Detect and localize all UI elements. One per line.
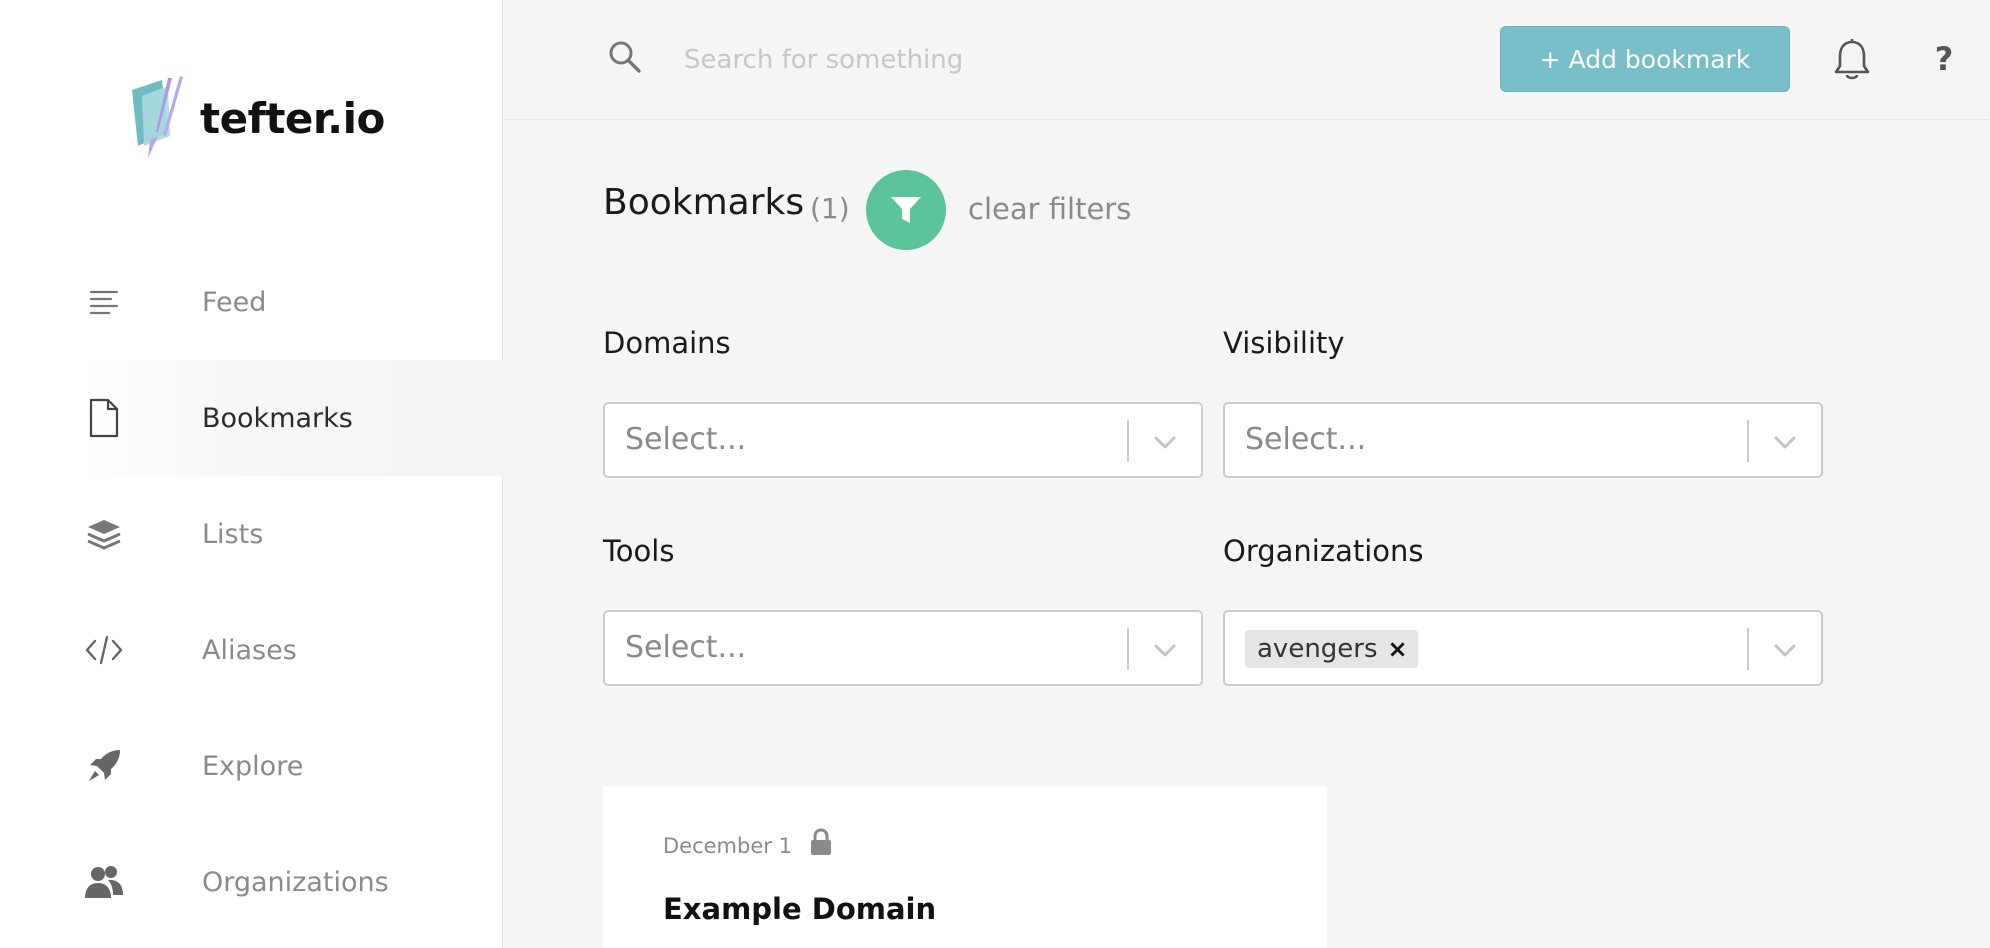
bookmark-count: (1) [810,192,850,225]
sidebar-item-label: Explore [202,750,304,782]
sidebar-item-organizations[interactable]: Organizations [80,824,503,940]
sidebar-item-label: Aliases [202,634,297,666]
select-separator [1747,628,1749,670]
bookmark-title[interactable]: Example Domain [663,892,936,926]
bookmark-date: December 1 [663,834,792,858]
help-icon[interactable]: ? [1924,36,1964,82]
filter-button[interactable] [866,170,946,250]
domains-label: Domains [603,326,731,360]
logo-text: tefter.io [200,93,385,143]
sidebar-item-feed[interactable]: Feed [80,244,503,360]
tag-label: avengers [1257,634,1378,664]
select-separator [1127,628,1129,670]
logo[interactable]: tefter.io [128,76,385,160]
chevron-down-icon[interactable] [1771,428,1799,456]
chevron-down-icon[interactable] [1151,636,1179,664]
bell-icon[interactable] [1830,38,1874,82]
tools-label: Tools [603,534,675,568]
feed-lines-icon [84,282,124,322]
sidebar: tefter.io Feed Bookmarks Lists Aliases E… [0,0,503,948]
visibility-select[interactable]: Select... [1223,402,1823,478]
visibility-label: Visibility [1223,326,1345,360]
domains-select[interactable]: Select... [603,402,1203,478]
search-input[interactable] [684,36,1204,84]
organizations-select[interactable]: avengers × [1223,610,1823,686]
tools-select[interactable]: Select... [603,610,1203,686]
select-placeholder: Select... [1245,422,1367,457]
page-title: Bookmarks [603,182,805,223]
select-separator [1747,420,1749,462]
filter-icon [891,197,921,223]
sidebar-item-label: Organizations [202,866,389,898]
logo-icon [132,76,183,158]
clear-filters-link[interactable]: clear filters [968,192,1131,226]
users-icon [84,862,124,902]
remove-tag-icon[interactable]: × [1378,630,1418,668]
layers-icon [84,514,124,554]
organizations-label: Organizations [1223,534,1424,568]
sidebar-item-explore[interactable]: Explore [80,708,503,824]
select-placeholder: Select... [625,630,747,665]
select-placeholder: Select... [625,422,747,457]
selected-tag: avengers × [1245,630,1418,668]
sidebar-item-aliases[interactable]: Aliases [80,592,503,708]
add-bookmark-button[interactable]: + Add bookmark [1500,26,1790,92]
sidebar-item-label: Feed [202,286,267,318]
sidebar-item-bookmarks[interactable]: Bookmarks [80,360,503,476]
bookmark-card[interactable]: December 1 Example Domain [603,786,1327,948]
lock-icon [809,828,833,856]
select-separator [1127,420,1129,462]
sidebar-item-label: Lists [202,518,264,550]
sidebar-item-lists[interactable]: Lists [80,476,503,592]
sidebar-item-label: Bookmarks [202,402,353,434]
chevron-down-icon[interactable] [1151,428,1179,456]
document-icon [84,398,124,438]
search-icon[interactable] [608,40,642,74]
topbar: + Add bookmark ? [504,0,1990,120]
code-icon [84,630,124,670]
chevron-down-icon[interactable] [1771,636,1799,664]
rocket-icon [84,746,124,786]
